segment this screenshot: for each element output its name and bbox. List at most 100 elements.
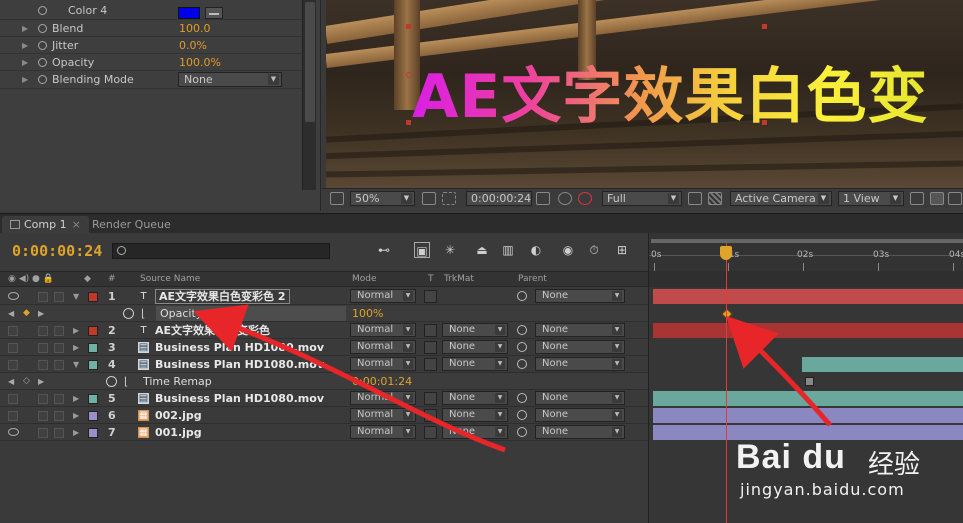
layer-mode-dropdown[interactable]: Normal ▼ bbox=[350, 323, 416, 337]
next-keyframe-icon[interactable]: ▶ bbox=[38, 373, 44, 390]
safe-zones-icon[interactable] bbox=[422, 192, 436, 205]
prev-keyframe-icon[interactable]: ◀ bbox=[8, 305, 14, 322]
parent-dropdown[interactable]: None ▼ bbox=[535, 425, 625, 439]
stopwatch-icon[interactable] bbox=[38, 58, 47, 67]
column-source-name[interactable]: Source Name bbox=[140, 272, 200, 286]
lock-toggle[interactable] bbox=[54, 326, 64, 336]
layer-row-7[interactable]: ▶ 7 ▦ 001.jpg Normal ▼ None ▼ None ▼ bbox=[0, 424, 648, 441]
visibility-toggle[interactable] bbox=[8, 326, 18, 336]
label-color-swatch[interactable] bbox=[88, 411, 98, 421]
parent-dropdown[interactable]: None ▼ bbox=[535, 323, 625, 337]
twirl-right-icon[interactable]: ▶ bbox=[73, 322, 79, 339]
snapshot-icon[interactable] bbox=[536, 192, 550, 205]
opacity-keyframe[interactable] bbox=[721, 308, 733, 320]
color-swatch[interactable] bbox=[178, 7, 200, 19]
preserve-transparency-toggle[interactable] bbox=[424, 409, 437, 422]
parent-pickwhip-icon[interactable] bbox=[517, 410, 527, 420]
hide-shy-layers-icon[interactable]: ⏏ bbox=[474, 242, 490, 258]
parent-pickwhip-icon[interactable] bbox=[517, 325, 527, 335]
trkmat-dropdown[interactable]: None ▼ bbox=[442, 340, 508, 354]
parent-pickwhip-icon[interactable] bbox=[517, 393, 527, 403]
visibility-eye-icon[interactable] bbox=[8, 428, 19, 436]
layer-name[interactable]: Business Plan HD1080.mov bbox=[155, 339, 324, 356]
zoom-dropdown[interactable]: 50% ▼ bbox=[350, 191, 415, 206]
solo-toggle[interactable] bbox=[38, 394, 48, 404]
visibility-toggle[interactable] bbox=[8, 411, 18, 421]
parent-pickwhip-icon[interactable] bbox=[517, 427, 527, 437]
auto-keyframe-icon[interactable]: ⏱ bbox=[586, 242, 602, 258]
solo-toggle[interactable] bbox=[38, 326, 48, 336]
effect-row-opacity[interactable]: ▶ Opacity 100.0% bbox=[0, 54, 303, 71]
graph-icon[interactable]: ⌊ bbox=[141, 305, 145, 322]
parent-dropdown[interactable]: None ▼ bbox=[535, 408, 625, 422]
preserve-transparency-toggle[interactable] bbox=[424, 426, 437, 439]
twirl-right-icon[interactable]: ▶ bbox=[22, 71, 28, 88]
label-color-swatch[interactable] bbox=[88, 428, 98, 438]
transparency-grid-icon[interactable] bbox=[708, 192, 722, 205]
label-color-swatch[interactable] bbox=[88, 343, 98, 353]
twirl-down-icon[interactable]: ▼ bbox=[73, 356, 79, 373]
opacity-property-value[interactable]: 100% bbox=[352, 305, 383, 322]
layer-row-2[interactable]: ▶ 2 T AE文字效果白色变彩色 Normal ▼ None ▼ None ▼ bbox=[0, 322, 648, 339]
preserve-transparency-toggle[interactable] bbox=[424, 290, 437, 303]
lock-toggle[interactable] bbox=[54, 360, 64, 370]
timeline-navigator[interactable] bbox=[649, 271, 963, 287]
layer-name[interactable]: AE文字效果白色变彩色 2 bbox=[155, 289, 290, 304]
prev-keyframe-icon[interactable]: ◀ bbox=[8, 373, 14, 390]
always-preview-icon[interactable] bbox=[330, 192, 344, 205]
solo-toggle[interactable] bbox=[38, 343, 48, 353]
label-color-swatch[interactable] bbox=[88, 292, 98, 302]
tab-comp-1[interactable]: Comp 1 × bbox=[2, 216, 89, 234]
viewer-timecode[interactable]: 0:00:00:24 bbox=[466, 191, 532, 206]
time-remap-value[interactable]: 0:00:01:24 bbox=[352, 373, 412, 390]
tab-render-queue[interactable]: Render Queue bbox=[84, 216, 179, 234]
layer-name[interactable]: Business Plan HD1080.mov bbox=[155, 390, 324, 407]
layer-bar-2[interactable] bbox=[653, 323, 963, 338]
fast-previews-icon[interactable] bbox=[688, 192, 702, 205]
trkmat-dropdown[interactable]: None ▼ bbox=[442, 408, 508, 422]
twirl-right-icon[interactable]: ▶ bbox=[73, 407, 79, 424]
label-color-swatch[interactable] bbox=[88, 326, 98, 336]
region-of-interest-icon[interactable] bbox=[442, 192, 456, 205]
fast-preview-toggle-icon[interactable] bbox=[930, 192, 944, 205]
toggle-pixel-aspect-icon[interactable] bbox=[910, 192, 924, 205]
preserve-transparency-toggle[interactable] bbox=[424, 358, 437, 371]
stopwatch-icon[interactable] bbox=[38, 75, 47, 84]
effect-row-color4[interactable]: Color 4 bbox=[0, 2, 303, 19]
keyframe-indicator-icon[interactable]: ◆ bbox=[23, 305, 30, 322]
twirl-right-icon[interactable]: ▶ bbox=[22, 37, 28, 54]
blend-value[interactable]: 100.0 bbox=[179, 20, 211, 37]
lock-toggle[interactable] bbox=[54, 292, 64, 302]
visibility-toggle[interactable] bbox=[8, 343, 18, 353]
twirl-down-icon[interactable]: ▼ bbox=[73, 288, 79, 305]
twirl-right-icon[interactable]: ▶ bbox=[73, 339, 79, 356]
brainstorm-icon[interactable]: ◉ bbox=[560, 242, 576, 258]
graph-editor-icon[interactable]: ⊞ bbox=[614, 242, 630, 258]
parent-dropdown[interactable]: None ▼ bbox=[535, 391, 625, 405]
layer-bar-4[interactable] bbox=[802, 357, 963, 372]
channel-icon[interactable] bbox=[578, 192, 592, 205]
stopwatch-icon[interactable] bbox=[38, 24, 47, 33]
trkmat-dropdown[interactable]: None ▼ bbox=[442, 357, 508, 371]
solo-toggle[interactable] bbox=[38, 428, 48, 438]
parent-pickwhip-icon[interactable] bbox=[517, 359, 527, 369]
property-row-time-remap[interactable]: ◀ ◇ ▶ ⌊ Time Remap 0:00:01:24 bbox=[0, 373, 648, 390]
draft-3d-icon[interactable]: ✳ bbox=[442, 242, 458, 258]
preserve-transparency-toggle[interactable] bbox=[424, 341, 437, 354]
preserve-transparency-toggle[interactable] bbox=[424, 392, 437, 405]
layer-search-input[interactable] bbox=[112, 243, 330, 259]
layer-mode-dropdown[interactable]: Normal ▼ bbox=[350, 391, 416, 405]
layer-name[interactable]: AE文字效果白色变彩色 bbox=[155, 322, 270, 339]
opacity-value[interactable]: 100.0% bbox=[179, 54, 221, 71]
layer-mode-dropdown[interactable]: Normal ▼ bbox=[350, 425, 416, 439]
property-row-opacity[interactable]: ◀ ◆ ▶ ⌊ Opacity 100% bbox=[0, 305, 648, 322]
jitter-value[interactable]: 0.0% bbox=[179, 37, 207, 54]
parent-dropdown[interactable]: None ▼ bbox=[535, 289, 625, 303]
current-time-indicator-handle[interactable] bbox=[720, 246, 732, 260]
comp-text-layer[interactable]: AE文字效果白色变 bbox=[412, 48, 928, 135]
timeline-icon[interactable] bbox=[948, 192, 962, 205]
trkmat-dropdown[interactable]: None ▼ bbox=[442, 323, 508, 337]
layer-bar-5[interactable] bbox=[653, 391, 963, 406]
layer-mode-dropdown[interactable]: Normal ▼ bbox=[350, 289, 416, 303]
solo-toggle[interactable] bbox=[38, 292, 48, 302]
